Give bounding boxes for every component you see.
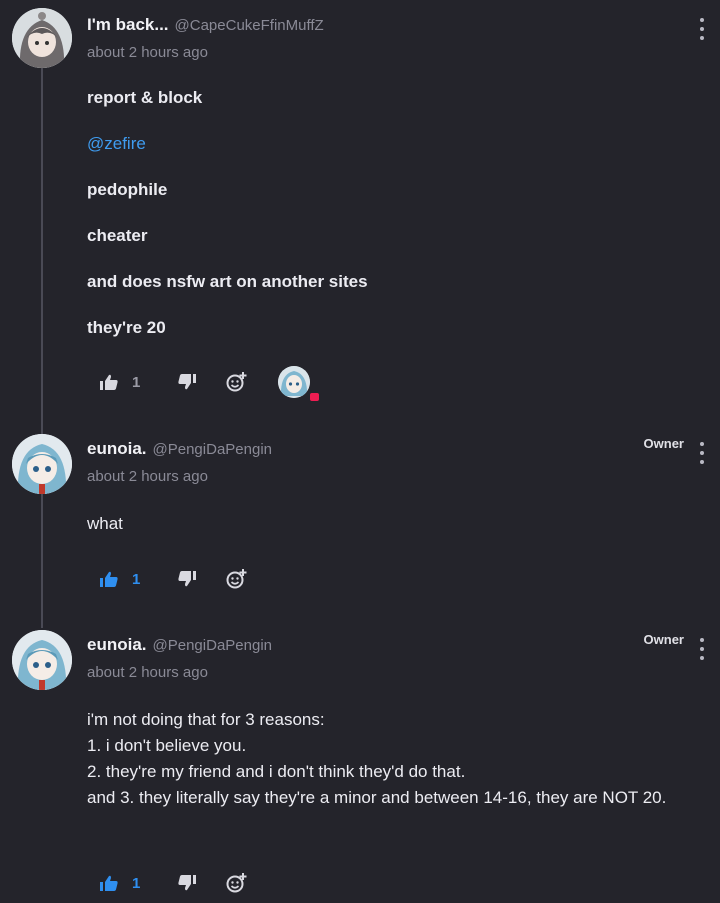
like-button[interactable]: 1 [100,571,140,588]
like-button[interactable]: 1 [100,875,140,892]
timestamp: about 2 hours ago [87,664,208,681]
comment-line: and does nsfw art on another sites [87,272,368,291]
comment-line: report & block [87,88,203,107]
thumbs-up-icon [100,875,118,891]
comment-line: cheater [87,226,148,245]
add-reaction-button[interactable] [226,568,248,590]
user-handle[interactable]: @PengiDaPengin [153,441,272,458]
comment-body: i'm not doing that for 3 reasons: 1. i d… [87,707,712,811]
user-handle[interactable]: @CapeCukeFfinMuffZ [175,17,324,34]
user-handle[interactable]: @PengiDaPengin [153,637,272,654]
add-reaction-button[interactable] [226,872,248,894]
like-count: 1 [132,874,141,892]
timestamp: about 2 hours ago [87,44,208,61]
comment-thread: I'm back... @CapeCukeFfinMuffZ about 2 h… [0,0,720,903]
timestamp: about 2 hours ago [87,468,208,485]
user-mention-link[interactable]: @zefire [87,131,368,157]
display-name[interactable]: eunoia. [87,439,147,459]
comment-line: 2. they're my friend and i don't think t… [87,762,466,781]
comment-actions: 1 [100,567,248,591]
thumbs-down-icon [178,374,197,390]
thumbs-up-icon [100,571,118,587]
like-count: 1 [132,570,141,588]
comment-line: i'm not doing that for 3 reasons: [87,710,325,729]
display-name[interactable]: eunoia. [87,635,147,655]
thumbs-down-icon [178,875,197,891]
comment-line: and 3. they literally say they're a mino… [87,788,667,807]
like-count: 1 [132,373,141,391]
comment-line: pedophile [87,180,168,199]
notification-dot [310,393,320,401]
add-reaction-icon [226,873,247,893]
dislike-button[interactable] [178,374,197,390]
comment-body: report & block @zefire pedophile cheater… [87,85,368,361]
thumbs-down-icon [178,571,197,587]
add-reaction-button[interactable] [226,371,248,393]
kebab-menu-icon[interactable] [696,442,708,464]
dislike-button[interactable] [178,571,197,587]
avatar[interactable] [12,8,72,68]
owner-badge: Owner [643,632,684,647]
dislike-button[interactable] [178,875,197,891]
comment-line: what [87,514,123,533]
add-reaction-icon [226,569,247,589]
comment-actions: 1 [100,871,248,895]
kebab-menu-icon[interactable] [696,18,708,40]
comment-body: what [87,511,123,557]
like-button[interactable]: 1 [100,374,140,391]
avatar[interactable] [12,434,72,494]
kebab-menu-icon[interactable] [696,638,708,660]
display-name[interactable]: I'm back... [87,15,169,35]
owner-badge: Owner [643,436,684,451]
thumbs-up-icon [100,374,118,390]
comment-actions: 1 [100,366,320,401]
add-reaction-icon [226,372,247,392]
avatar[interactable] [12,630,72,690]
thread-line [41,68,43,628]
comment-line: they're 20 [87,318,166,337]
comment-line: 1. i don't believe you. [87,736,247,755]
replier-avatar[interactable] [278,366,320,401]
